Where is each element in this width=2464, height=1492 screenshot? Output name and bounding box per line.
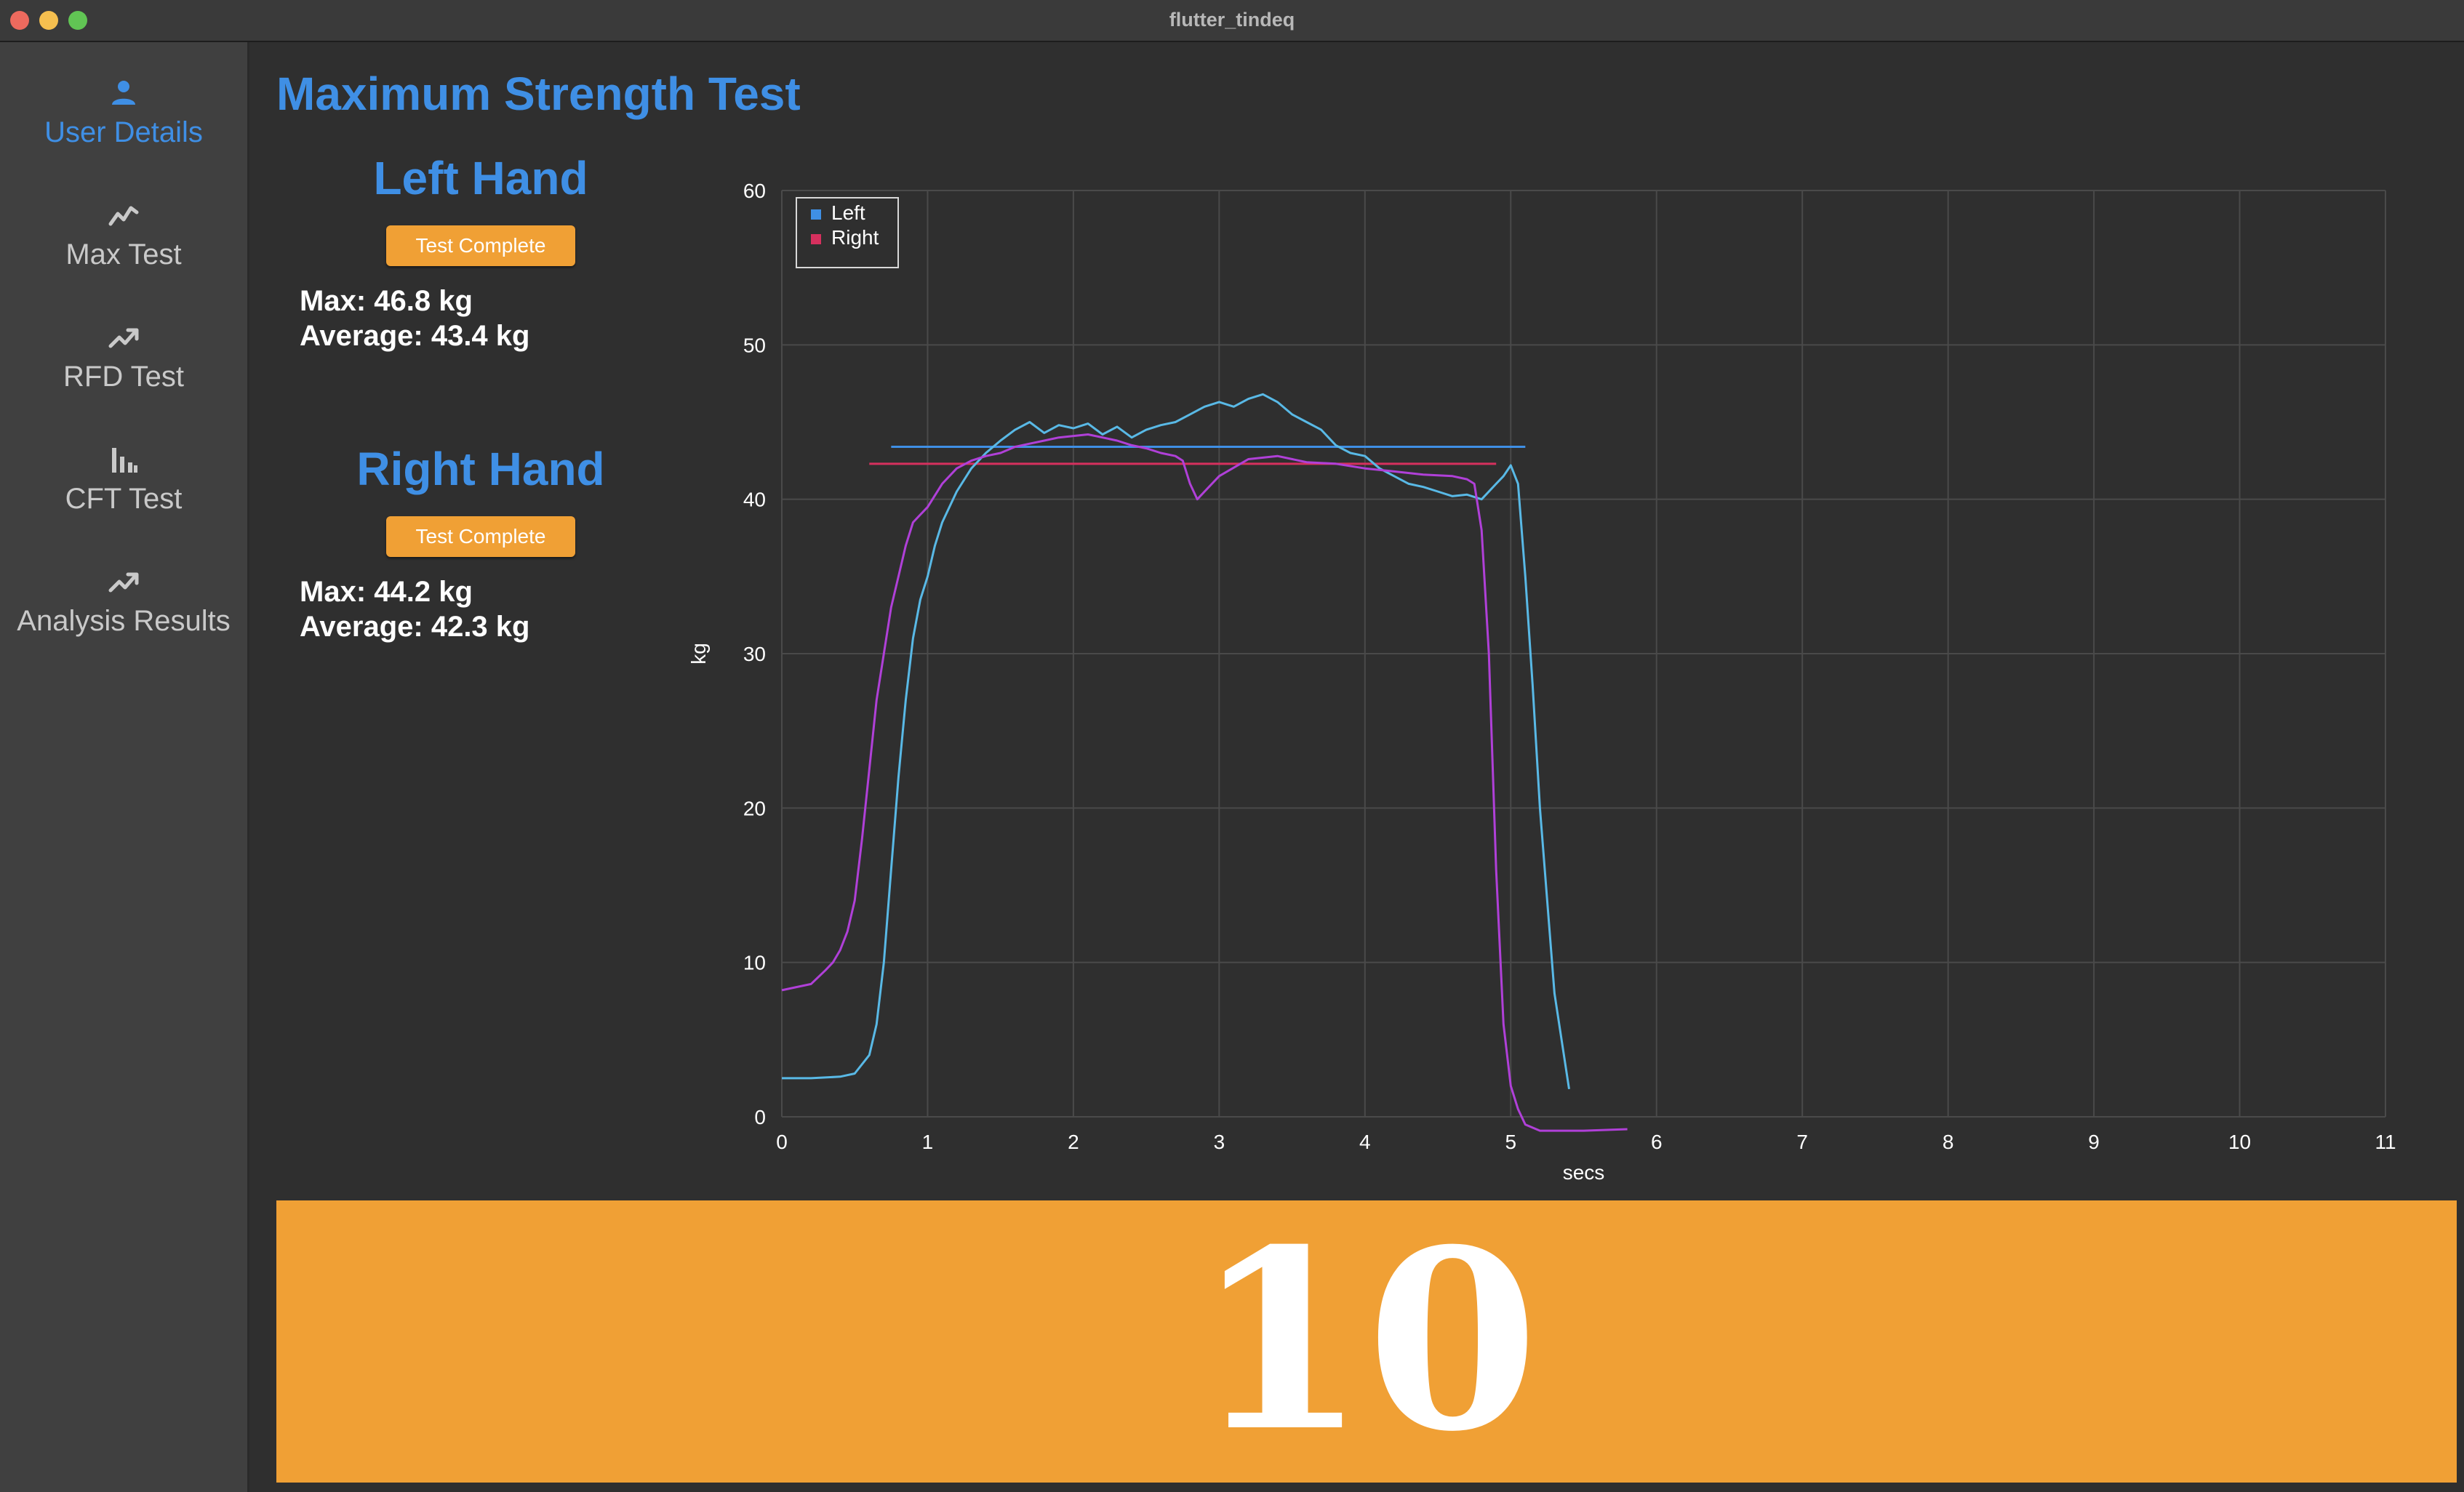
x-tick-label: 11: [2375, 1131, 2396, 1153]
sidebar-item-cft-test[interactable]: CFT Test: [0, 444, 247, 516]
trending-up-icon: [108, 572, 139, 593]
right-hand-average: Average: 42.3 kg: [300, 611, 530, 643]
x-tick-label: 10: [2228, 1131, 2251, 1153]
right-hand-status-button[interactable]: Test Complete: [386, 516, 575, 557]
sidebar-item-label: Analysis Results: [17, 605, 231, 637]
sidebar-item-label: RFD Test: [63, 361, 184, 393]
left-hand-status-button[interactable]: Test Complete: [386, 225, 575, 266]
sidebar: User Details Max Test RFD Test CFT Test …: [0, 42, 249, 1492]
x-axis-label: secs: [1563, 1161, 1605, 1184]
x-tick-label: 0: [776, 1131, 788, 1153]
page-title: Maximum Strength Test: [276, 68, 801, 120]
x-tick-label: 6: [1651, 1131, 1663, 1153]
y-tick-label: 20: [743, 797, 766, 819]
y-axis-label: kg: [687, 643, 710, 665]
x-tick-label: 3: [1214, 1131, 1225, 1153]
right-hand-max: Max: 44.2 kg: [300, 576, 473, 608]
left-hand-max: Max: 46.8 kg: [300, 285, 473, 317]
x-tick-label: 8: [1943, 1131, 1954, 1153]
bar-chart-icon: [112, 448, 137, 473]
x-tick-label: 9: [2088, 1131, 2100, 1153]
x-tick-label: 1: [922, 1131, 934, 1153]
trending-up-icon: [108, 328, 139, 348]
right-hand-title: Right Hand: [356, 443, 605, 495]
legend-swatch-right: [811, 234, 821, 244]
countdown-banner: 10: [276, 1200, 2457, 1483]
left-hand-title: Left Hand: [373, 152, 588, 204]
y-tick-label: 60: [743, 180, 766, 202]
sidebar-item-rfd-test[interactable]: RFD Test: [0, 321, 247, 393]
y-tick-label: 30: [743, 643, 766, 665]
sidebar-item-max-test[interactable]: Max Test: [0, 199, 247, 271]
legend-swatch-left: [811, 209, 821, 220]
sidebar-item-label: CFT Test: [65, 483, 183, 515]
force-chart: 0 1 2 3 4 5 6 7 8 9 10 11 0 10 20 30 40 50 60 secs kg LeftRig…: [687, 180, 2396, 1184]
x-tick-label: 5: [1505, 1131, 1516, 1153]
legend-label-right: Right: [831, 226, 879, 249]
x-tick-label: 4: [1359, 1131, 1371, 1153]
series-line-right: [781, 433, 1628, 1132]
window-title-bar: flutter_tindeq: [0, 0, 2464, 42]
left-hand-average: Average: 43.4 kg: [300, 320, 530, 352]
y-tick-label: 40: [743, 489, 766, 511]
x-tick-label: 2: [1068, 1131, 1079, 1153]
sidebar-item-label: User Details: [44, 116, 203, 148]
sidebar-item-label: Max Test: [65, 238, 182, 270]
person-icon: [112, 81, 135, 105]
y-tick-label: 50: [743, 334, 766, 356]
window-title: flutter_tindeq: [1169, 9, 1295, 31]
legend-label-left: Left: [831, 201, 865, 224]
line-chart-icon: [108, 206, 139, 226]
y-tick-label: 10: [743, 952, 766, 974]
sidebar-item-analysis-results[interactable]: Analysis Results: [0, 566, 247, 638]
y-tick-label: 0: [754, 1106, 766, 1128]
x-tick-label: 7: [1796, 1131, 1808, 1153]
sidebar-item-user-details[interactable]: User Details: [0, 77, 247, 149]
series-line-left: [782, 393, 1570, 1090]
countdown-value: 10: [1194, 1196, 1539, 1486]
